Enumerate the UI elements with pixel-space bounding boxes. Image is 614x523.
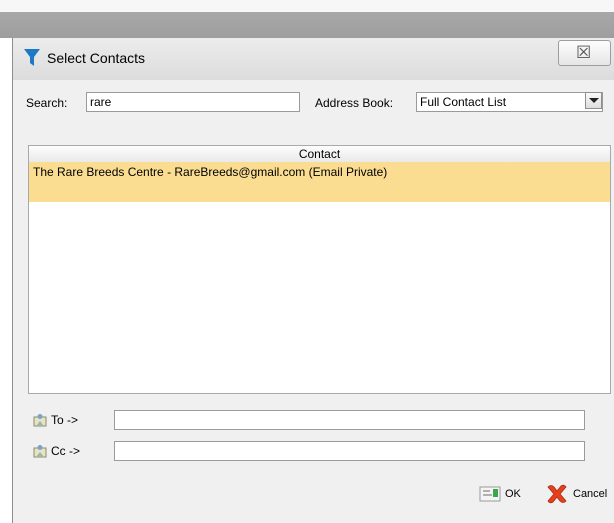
background-window-titlebar xyxy=(0,12,614,38)
address-card-icon xyxy=(33,414,47,427)
cancel-button[interactable]: Cancel xyxy=(545,481,607,507)
ok-icon xyxy=(479,486,501,502)
dialog-title: Select Contacts xyxy=(47,50,146,66)
cc-field[interactable] xyxy=(114,441,585,461)
select-contacts-dialog: Select Contacts ☒ Search: rare Address B… xyxy=(12,38,614,523)
filter-icon xyxy=(24,49,40,66)
address-card-icon xyxy=(33,445,47,458)
column-header-contact[interactable]: Contact xyxy=(29,146,610,163)
to-field[interactable] xyxy=(114,410,585,430)
address-book-selected: Full Contact List xyxy=(420,95,507,109)
cancel-x-icon xyxy=(547,484,567,504)
search-input[interactable]: rare xyxy=(86,92,300,112)
address-book-select[interactable]: Full Contact List xyxy=(416,92,603,112)
ok-button[interactable]: OK xyxy=(479,481,521,507)
close-button[interactable]: ☒ xyxy=(558,40,611,66)
cancel-label: Cancel xyxy=(573,488,608,500)
dialog-titlebar: Select Contacts ☒ xyxy=(13,38,614,80)
cc-label: Cc -> xyxy=(51,444,81,458)
ok-label: OK xyxy=(505,488,521,500)
background-window-strip xyxy=(0,0,614,12)
chevron-down-icon[interactable] xyxy=(585,92,602,109)
to-label: To -> xyxy=(51,413,79,427)
search-label: Search: xyxy=(26,96,68,110)
contact-list[interactable]: Contact The Rare Breeds Centre - RareBre… xyxy=(28,145,611,394)
address-book-label: Address Book: xyxy=(315,96,394,110)
close-icon: ☒ xyxy=(576,43,592,62)
list-item[interactable]: The Rare Breeds Centre - RareBreeds@gmai… xyxy=(29,162,610,202)
